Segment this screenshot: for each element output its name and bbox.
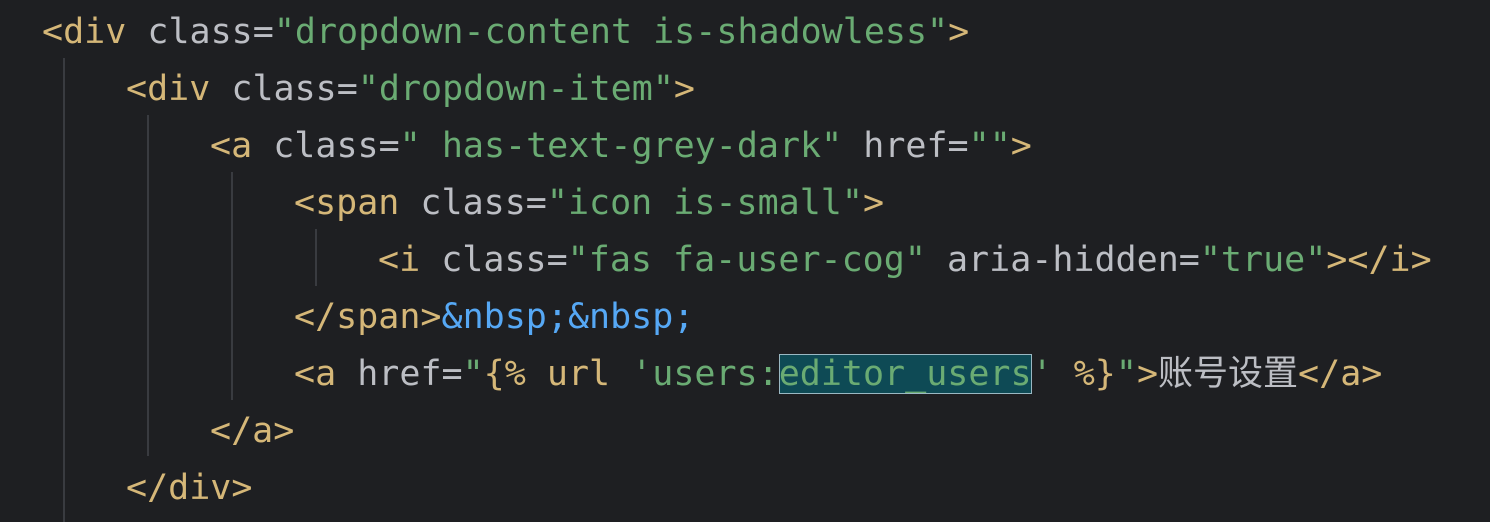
code-line[interactable]: <a class=" has-text-grey-dark" href=""> — [210, 118, 1032, 175]
code-token: <a — [210, 126, 253, 166]
code-token: " — [462, 354, 484, 394]
code-token: </span> — [294, 297, 442, 337]
code-token: "icon is-small" — [546, 183, 863, 223]
code-token: = — [378, 126, 400, 166]
selected-text: editor_users — [778, 354, 1032, 394]
code-token: href — [336, 354, 442, 394]
code-token: <i — [378, 240, 421, 280]
code-token: class — [126, 12, 253, 52]
code-token: = — [546, 240, 568, 280]
code-token: ' — [1031, 354, 1053, 394]
code-token: "dropdown-item" — [357, 69, 674, 109]
code-token: aria-hidden — [925, 240, 1179, 280]
code-line[interactable]: <span class="icon is-small"> — [294, 175, 884, 232]
code-line[interactable]: <a href="{% url 'users:editor_users' %}"… — [294, 346, 1382, 403]
code-token: ></i> — [1326, 240, 1432, 280]
code-token: "dropdown-content is-shadowless" — [273, 12, 949, 52]
code-token: " has-text-grey-dark" — [399, 126, 843, 166]
code-token: = — [947, 126, 969, 166]
code-token: "fas fa-user-cog" — [567, 240, 926, 280]
code-token: <div — [126, 69, 211, 109]
code-token: <div — [42, 12, 127, 52]
indent-guide — [147, 115, 149, 456]
code-line[interactable]: </a> — [210, 403, 294, 460]
code-token: = — [525, 183, 547, 223]
indent-guide — [231, 172, 233, 400]
code-token: href — [842, 126, 948, 166]
code-token: </div> — [126, 468, 253, 508]
code-token: = — [336, 69, 358, 109]
code-token: class — [210, 69, 337, 109]
code-token: class — [399, 183, 526, 223]
indent-guide — [315, 229, 317, 286]
code-token: = — [252, 12, 274, 52]
code-token: = — [441, 354, 463, 394]
code-token: &nbsp;&nbsp; — [441, 297, 695, 337]
code-token: = — [1178, 240, 1200, 280]
code-line[interactable]: </div> — [126, 460, 252, 517]
code-token: "true" — [1199, 240, 1327, 280]
indent-guide — [63, 58, 65, 522]
code-token: 'users: — [631, 354, 779, 394]
code-token: <a — [294, 354, 337, 394]
code-line[interactable]: <i class="fas fa-user-cog" aria-hidden="… — [378, 232, 1432, 289]
code-token: 账号设置 — [1158, 354, 1299, 394]
code-token: > — [948, 12, 970, 52]
code-token: > — [1010, 126, 1032, 166]
code-line[interactable]: <div class="dropdown-item"> — [126, 61, 695, 118]
code-token: %} — [1052, 354, 1116, 394]
code-token: > — [1136, 354, 1159, 394]
code-token: class — [420, 240, 547, 280]
code-token: "" — [968, 126, 1011, 166]
code-token: </a> — [1298, 354, 1383, 394]
code-token: > — [862, 183, 885, 223]
code-token: {% url — [483, 354, 632, 394]
code-token: > — [673, 69, 695, 109]
code-token: <span — [294, 183, 400, 223]
code-editor[interactable]: <div class="dropdown-content is-shadowle… — [0, 0, 1490, 522]
code-line[interactable]: <div class="dropdown-content is-shadowle… — [42, 4, 969, 61]
code-token: class — [252, 126, 379, 166]
code-line[interactable]: </span>&nbsp;&nbsp; — [294, 289, 694, 346]
code-token: " — [1115, 354, 1137, 394]
code-token: </a> — [210, 411, 295, 451]
